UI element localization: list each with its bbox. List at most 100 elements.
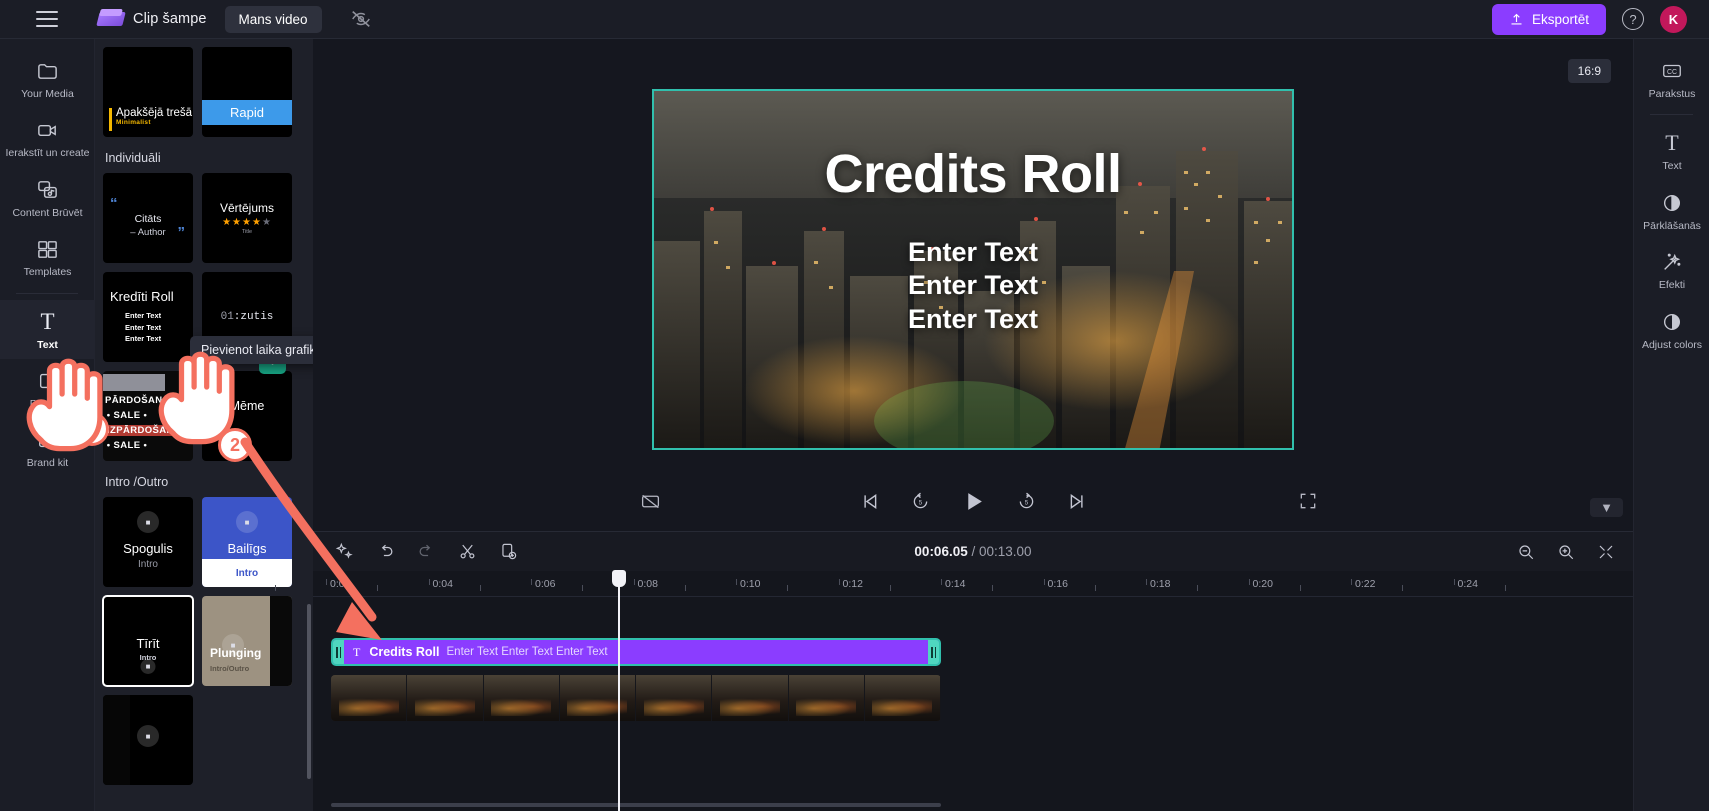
- top-bar-right: Eksportēt ? K: [1491, 3, 1709, 35]
- total-time: 00:13.00: [979, 544, 1032, 559]
- sidebar-item-templates[interactable]: Templates: [0, 227, 95, 286]
- brand-name: Clip šampe: [133, 11, 207, 27]
- sidebar-label: Ierakstīt un create: [5, 147, 90, 160]
- ruler-tick: [326, 579, 327, 585]
- video-title-text[interactable]: Credits Roll: [654, 143, 1292, 205]
- skip-next-icon[interactable]: [1067, 491, 1088, 512]
- skip-previous-icon[interactable]: [859, 491, 880, 512]
- template-card-plunging[interactable]: ■ Plunging Intro/Outro: [202, 596, 292, 686]
- template-card-credits-roll[interactable]: Kredīti Roll Enter Text Enter Text Enter…: [103, 272, 193, 362]
- template-name: Vērtējums: [219, 201, 275, 215]
- sidebar-item-content-brew[interactable]: Content Brūvēt: [0, 168, 95, 227]
- right-item-captions[interactable]: CC Parakstus: [1634, 49, 1709, 108]
- right-item-label: Pārklāšanās: [1643, 219, 1701, 232]
- current-time: 00:06.05: [914, 544, 968, 559]
- text-t-icon: T: [1665, 130, 1679, 156]
- timeline-zoom-controls: [1517, 543, 1615, 561]
- right-item-effects[interactable]: Efekti: [1634, 240, 1709, 299]
- template-card-bailigs[interactable]: ■ Bailīgs Intro: [202, 497, 292, 587]
- right-item-adjust-colors[interactable]: Adjust colors: [1634, 300, 1709, 359]
- ruler-tick-minor: [1299, 585, 1301, 591]
- sidebar-item-text[interactable]: T Text: [0, 299, 95, 359]
- fit-timeline-icon[interactable]: [1597, 543, 1615, 561]
- sidebar-item-your-media[interactable]: Your Media: [0, 49, 95, 108]
- ruler-tick-minor: [1094, 585, 1096, 591]
- ruler-tick-minor: [582, 585, 584, 591]
- template-card-next[interactable]: ■: [103, 695, 193, 785]
- right-rail: CC Parakstus T Text Pārklāšanās Efekti A…: [1633, 39, 1709, 811]
- playhead[interactable]: [612, 570, 626, 811]
- ruler-tick-minor: [787, 585, 789, 591]
- text-t-icon: T: [40, 308, 55, 334]
- help-circle-icon[interactable]: ?: [1622, 8, 1644, 30]
- intro-outro-cards-grid: ■ Spogulis Intro ■ Bailīgs Intro Tīrīt I…: [102, 497, 305, 785]
- clip-trim-handle-left[interactable]: [333, 640, 344, 664]
- redo-icon[interactable]: [417, 542, 436, 561]
- template-sub: Title: [241, 229, 253, 235]
- zoom-out-icon[interactable]: [1517, 543, 1535, 561]
- sidebar-label: Content Brūvēt: [12, 206, 83, 219]
- clipchamp-editor-window: Clip šampe Mans video Eksportēt ? K Your…: [0, 0, 1709, 811]
- template-sub: Minimalist: [116, 119, 151, 126]
- right-item-text[interactable]: T Text: [1634, 121, 1709, 180]
- timeline-clip-video[interactable]: [331, 675, 941, 721]
- right-item-overlap[interactable]: Pārklāšanās: [1634, 181, 1709, 240]
- clip-trim-handle-right[interactable]: [928, 640, 939, 664]
- ruler-label: 0:10: [740, 578, 761, 590]
- transport-controls: 5 5: [313, 489, 1633, 514]
- closed-captions-icon: CC: [1636, 58, 1708, 84]
- step-badge-2: 2: [218, 428, 252, 462]
- template-card-rapid[interactable]: Rapid: [202, 47, 292, 137]
- aspect-ratio-badge[interactable]: 16:9: [1567, 59, 1611, 83]
- project-tab[interactable]: Mans video: [224, 5, 322, 33]
- sidebar-label: Your Media: [21, 88, 74, 100]
- timeline-scrollbar[interactable]: [331, 803, 941, 807]
- avatar-placeholder-icon: ■: [236, 511, 258, 533]
- template-card-rating[interactable]: Vērtējums ★★★★★ Title: [202, 173, 292, 263]
- ruler-tick: [531, 579, 532, 585]
- ruler-label: 0:02: [330, 578, 351, 590]
- forward-5-icon[interactable]: 5: [1016, 491, 1037, 512]
- magic-sparkle-icon[interactable]: [335, 542, 354, 561]
- timeline[interactable]: 0:02 0:04 0:06 0:08 0:10 0:12 0:14 0:16 0:18 0:20…: [274, 570, 1633, 811]
- template-card-lower-third[interactable]: Apakšējā trešā Minimalist: [103, 47, 193, 137]
- video-preview[interactable]: Credits Roll Enter Text Enter Text Enter…: [652, 89, 1294, 450]
- sale-line-1: PĀRDOŠANA SA: [105, 395, 187, 406]
- avatar[interactable]: K: [1660, 5, 1687, 33]
- template-card-spogulis[interactable]: ■ Spogulis Intro: [103, 497, 193, 587]
- template-card-quote[interactable]: “ Citāts – Author ”: [103, 173, 193, 263]
- individual-cards-grid: “ Citāts – Author ” Vērtējums ★★★★★ Titl…: [103, 173, 305, 461]
- top-cards-grid: Apakšējā trešā Minimalist Rapid: [103, 47, 305, 137]
- export-button[interactable]: Eksportēt: [1491, 3, 1606, 35]
- top-bar: Clip šampe Mans video Eksportēt ? K: [0, 0, 1709, 39]
- ruler-tick: [941, 579, 942, 585]
- stars-icon: ★★★★★: [222, 217, 272, 228]
- section-title-intro-outro: Intro /Outro: [105, 475, 169, 489]
- ruler-label: 0:06: [535, 578, 556, 590]
- template-card-sale[interactable]: PĀRDOŠANA SA E • SALE • IZPĀRDOŠANA E • …: [103, 371, 193, 461]
- undo-icon[interactable]: [376, 542, 395, 561]
- svg-text:5: 5: [918, 500, 922, 507]
- sidebar-item-transitions[interactable]: Pārejas: [0, 359, 95, 418]
- sidebar-item-record-create[interactable]: Ierakstīt un create: [0, 108, 95, 167]
- play-icon[interactable]: [961, 489, 986, 514]
- ruler-tick: [633, 579, 635, 585]
- right-item-label: Text: [1662, 160, 1682, 173]
- rewind-5-icon[interactable]: 5: [910, 491, 931, 512]
- magic-wand-icon: [1636, 249, 1708, 275]
- timeline-clip-text[interactable]: T Credits Roll Enter Text Enter Text Ent…: [331, 638, 941, 666]
- duplicate-icon[interactable]: [499, 542, 518, 561]
- scissors-icon[interactable]: [458, 542, 477, 561]
- hamburger-menu-icon[interactable]: [36, 11, 58, 27]
- zoom-in-icon[interactable]: [1557, 543, 1575, 561]
- brand[interactable]: Clip šampe: [96, 8, 207, 30]
- fullscreen-icon[interactable]: [1298, 491, 1318, 511]
- template-card-tirit[interactable]: Tīrīt Intro ■: [102, 595, 194, 687]
- template-name: Kredīti Roll: [110, 289, 174, 304]
- timeline-ruler[interactable]: 0:02 0:04 0:06 0:08 0:10 0:12 0:14 0:16 0:18 0:20…: [274, 571, 1633, 597]
- panel-scrollbar[interactable]: [307, 604, 311, 779]
- eye-off-icon[interactable]: [350, 8, 372, 30]
- template-kind: Intro: [235, 568, 259, 579]
- chevron-down-icon[interactable]: ▼: [1590, 498, 1623, 517]
- video-body-text[interactable]: Enter Text Enter Text Enter Text: [654, 236, 1292, 336]
